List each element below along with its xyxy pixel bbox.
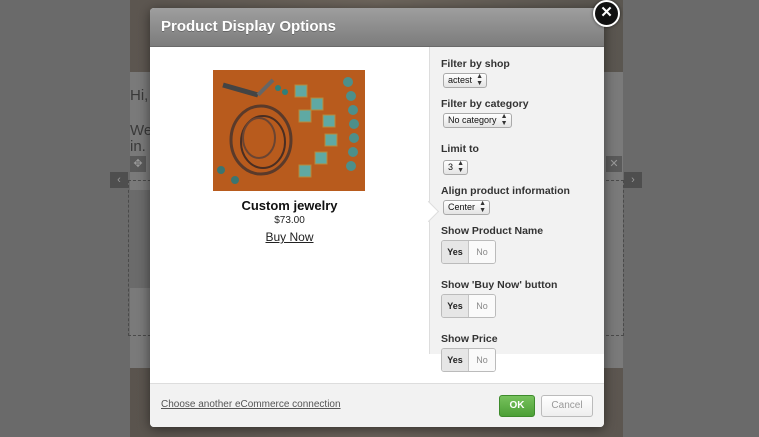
select-arrows-icon: ▲ ▼ [479, 200, 487, 214]
product-name: Custom jewelry [241, 198, 338, 213]
dialog-footer: Choose another eCommerce connection OK C… [150, 383, 604, 427]
chevron-right-icon[interactable]: › [624, 172, 642, 188]
block-close-icon[interactable]: ✕ [606, 156, 622, 172]
show-name-label: Show Product Name [441, 225, 544, 237]
align-select[interactable]: Center ▲ ▼ [443, 200, 491, 215]
show-buy-no[interactable]: No [469, 295, 495, 317]
product-preview: Custom jewelry $73.00 Buy Now [150, 47, 429, 354]
choose-connection-link[interactable]: Choose another eCommerce connection [161, 399, 341, 410]
show-buy-yes[interactable]: Yes [442, 295, 469, 317]
align-label: Align product information [441, 185, 570, 197]
dialog-header: Product Display Options [150, 8, 604, 47]
buy-now-link[interactable]: Buy Now [150, 230, 429, 244]
filter-category-label: Filter by category [441, 98, 529, 110]
dialog-title: Product Display Options [161, 18, 337, 35]
select-arrows-icon: ▲ ▼ [476, 73, 484, 87]
chevron-left-icon[interactable]: ‹ [110, 172, 128, 188]
select-arrows-icon: ▲ ▼ [500, 113, 508, 127]
product-display-options-dialog: Product Display Options Custom jewelry $… [150, 8, 604, 427]
show-price-no[interactable]: No [469, 349, 495, 371]
limit-select[interactable]: 3 ▲ ▼ [443, 160, 469, 175]
limit-value: 3 [448, 162, 454, 172]
filter-shop-value: actest [448, 75, 473, 85]
background-paragraph-line1: We [130, 122, 153, 139]
show-name-yes[interactable]: Yes [442, 241, 469, 263]
show-name-toggle: Yes No [441, 240, 496, 264]
filter-category-select[interactable]: No category ▲ ▼ [443, 113, 512, 128]
options-panel: Filter by shop actest ▲ ▼ Filter by categ… [430, 47, 604, 354]
cancel-button[interactable]: Cancel [541, 395, 593, 417]
limit-label: Limit to [441, 143, 479, 155]
product-price: $73.00 [274, 215, 305, 226]
show-buy-toggle: Yes No [441, 294, 496, 318]
filter-category-value: No category [448, 115, 497, 125]
show-price-toggle: Yes No [441, 348, 496, 372]
product-image [213, 70, 365, 191]
show-buy-label: Show 'Buy Now' button [441, 279, 558, 291]
background-greeting: Hi, [130, 87, 149, 104]
show-price-label: Show Price [441, 333, 498, 345]
show-price-yes[interactable]: Yes [442, 349, 469, 371]
background-paragraph-line2: in. [130, 138, 146, 155]
filter-shop-select[interactable]: actest ▲ ▼ [443, 73, 488, 88]
close-icon[interactable]: ✕ [593, 0, 620, 27]
show-name-no[interactable]: No [469, 241, 495, 263]
select-arrows-icon: ▲ ▼ [457, 160, 465, 174]
align-value: Center [448, 202, 476, 212]
background-side-image [130, 190, 150, 288]
ok-button[interactable]: OK [499, 395, 535, 417]
filter-shop-label: Filter by shop [441, 58, 510, 70]
move-icon[interactable]: ✥ [130, 156, 146, 172]
